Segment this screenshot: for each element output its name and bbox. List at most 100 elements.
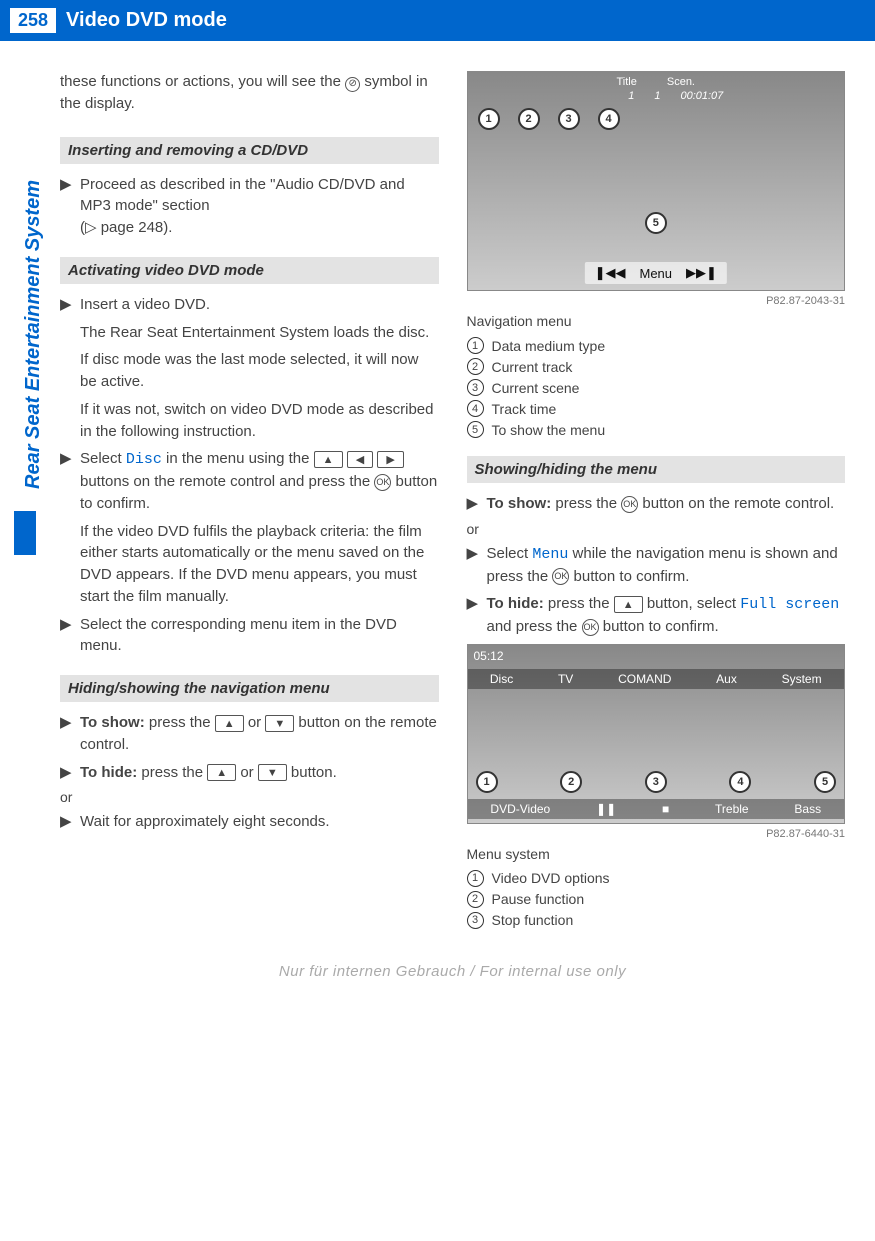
- stop-icon: ■: [662, 802, 669, 816]
- fig2-bass: Bass: [794, 802, 821, 816]
- figure-menu-system: 05:12 Disc TV COMAND Aux System 1 2 3 4 …: [467, 644, 846, 824]
- step-nav-show: ▶ To show: press the ▲ or ▼ button on th…: [60, 712, 439, 756]
- text: Select: [80, 450, 126, 467]
- figure1-callouts: 1Data medium type 2Current track 3Curren…: [467, 337, 846, 438]
- callout-text: To show the menu: [492, 422, 606, 438]
- text: button to confirm.: [569, 568, 689, 585]
- callout-1-icon: 1: [476, 771, 498, 793]
- callout-num-icon: 3: [467, 379, 484, 396]
- figure1-code: P82.87-2043-31: [467, 295, 846, 307]
- callout-text: Current track: [492, 359, 573, 375]
- right-button-icon: ▶: [377, 451, 403, 468]
- next-icon: ▶▶❚: [686, 265, 717, 281]
- text: The Rear Seat Entertainment System loads…: [80, 322, 439, 344]
- ok-button-icon: OK: [582, 619, 599, 636]
- mono-menu: Menu: [532, 546, 568, 563]
- callout-num-icon: 1: [467, 870, 484, 887]
- side-marker: [14, 511, 36, 555]
- mono-disc: Disc: [126, 451, 162, 468]
- text: Select: [487, 545, 533, 562]
- pause-icon: ❚❚: [596, 802, 616, 816]
- text: or: [244, 714, 266, 731]
- up-button-icon: ▲: [614, 596, 643, 613]
- fig1-label-scen: Scen.: [667, 76, 695, 88]
- step-select-menuitem: ▶ Select the corresponding menu item in …: [60, 614, 439, 658]
- footer-watermark: Nur für internen Gebrauch / For internal…: [60, 963, 845, 980]
- fig2-tab-tv: TV: [558, 672, 573, 686]
- fig2-time: 05:12: [474, 649, 504, 663]
- fig1-title-num: 1: [628, 90, 634, 102]
- left-button-icon: ◀: [347, 451, 373, 468]
- section-showing-menu: Showing/hiding the menu: [467, 456, 846, 483]
- fig2-tab-system: System: [782, 672, 822, 686]
- callout-num-icon: 2: [467, 358, 484, 375]
- label-to-show: To show:: [80, 714, 145, 731]
- callout-5-icon: 5: [645, 212, 667, 234]
- text: If it was not, switch on video DVD mode …: [80, 399, 439, 443]
- text: press the: [551, 495, 621, 512]
- text: If disc mode was the last mode selected,…: [80, 349, 439, 393]
- step-marker-icon: ▶: [60, 811, 74, 833]
- step-select-disc: ▶ Select Disc in the menu using the ▲ ◀ …: [60, 448, 439, 607]
- step-insert-dvd: ▶ Insert a video DVD. The Rear Seat Ente…: [60, 294, 439, 443]
- step-marker-icon: ▶: [467, 543, 481, 588]
- up-button-icon: ▲: [314, 451, 343, 468]
- mono-fullscreen: Full screen: [740, 596, 839, 613]
- step-marker-icon: ▶: [60, 174, 74, 239]
- text: press the: [145, 714, 215, 731]
- callout-num-icon: 5: [467, 421, 484, 438]
- callout-4-icon: 4: [598, 108, 620, 130]
- callout-3-icon: 3: [645, 771, 667, 793]
- figure2-callouts: 1Video DVD options 2Pause function 3Stop…: [467, 870, 846, 929]
- text: and press the: [487, 618, 582, 635]
- intro-text: these functions or actions, you will see…: [60, 71, 439, 115]
- label-to-hide: To hide:: [487, 595, 544, 612]
- step-nav-wait: ▶ Wait for approximately eight seconds.: [60, 811, 439, 833]
- text: or: [236, 764, 258, 781]
- callout-text: Data medium type: [492, 338, 606, 354]
- label-to-show: To show:: [487, 495, 552, 512]
- callout-2-icon: 2: [560, 771, 582, 793]
- page-number: 258: [10, 8, 56, 33]
- text: Insert a video DVD.: [80, 296, 210, 313]
- step-menu-select: ▶ Select Menu while the navigation menu …: [467, 543, 846, 588]
- ok-button-icon: OK: [552, 568, 569, 585]
- up-button-icon: ▲: [207, 764, 236, 781]
- step-menu-show: ▶ To show: press the OK button on the re…: [467, 493, 846, 515]
- fig1-menu-label: Menu: [639, 266, 672, 281]
- section-activating: Activating video DVD mode: [60, 257, 439, 284]
- side-tab: Rear Seat Entertainment System: [8, 129, 38, 499]
- callout-num-icon: 4: [467, 400, 484, 417]
- figure2-code: P82.87-6440-31: [467, 828, 846, 840]
- figure-navigation-menu: Title Scen. 1 1 00:01:07 1 2 3 4 5 ❚◀: [467, 71, 846, 291]
- prohibit-icon: ⊘: [345, 77, 360, 92]
- text: Wait for approximately eight seconds.: [80, 811, 439, 833]
- text: Select the corresponding menu item in th…: [80, 614, 439, 658]
- callout-1-icon: 1: [478, 108, 500, 130]
- step-menu-hide: ▶ To hide: press the ▲ button, select Fu…: [467, 593, 846, 638]
- step-marker-icon: ▶: [60, 614, 74, 658]
- or-separator: or: [467, 521, 846, 537]
- text: button to confirm.: [599, 618, 719, 635]
- fig1-label-title: Title: [616, 76, 636, 88]
- right-column: Title Scen. 1 1 00:01:07 1 2 3 4 5 ❚◀: [467, 71, 846, 933]
- text: press the: [544, 595, 614, 612]
- ok-button-icon: OK: [374, 474, 391, 491]
- callout-text: Video DVD options: [492, 870, 610, 886]
- header-bar: 258 Video DVD mode: [0, 0, 875, 41]
- fig2-tab-comand: COMAND: [618, 672, 671, 686]
- callout-num-icon: 2: [467, 891, 484, 908]
- text: button, select: [643, 595, 741, 612]
- text: button on the remote control.: [638, 495, 834, 512]
- header-title: Video DVD mode: [66, 9, 227, 32]
- up-button-icon: ▲: [215, 715, 244, 732]
- side-tab-label: Rear Seat Entertainment System: [22, 180, 45, 489]
- callout-3-icon: 3: [558, 108, 580, 130]
- down-button-icon: ▼: [265, 715, 294, 732]
- text: in the menu using the: [162, 450, 314, 467]
- ok-button-icon: OK: [621, 496, 638, 513]
- callout-text: Pause function: [492, 891, 585, 907]
- fig1-scen-num: 1: [654, 90, 660, 102]
- label-to-hide: To hide:: [80, 764, 137, 781]
- text: press the: [137, 764, 207, 781]
